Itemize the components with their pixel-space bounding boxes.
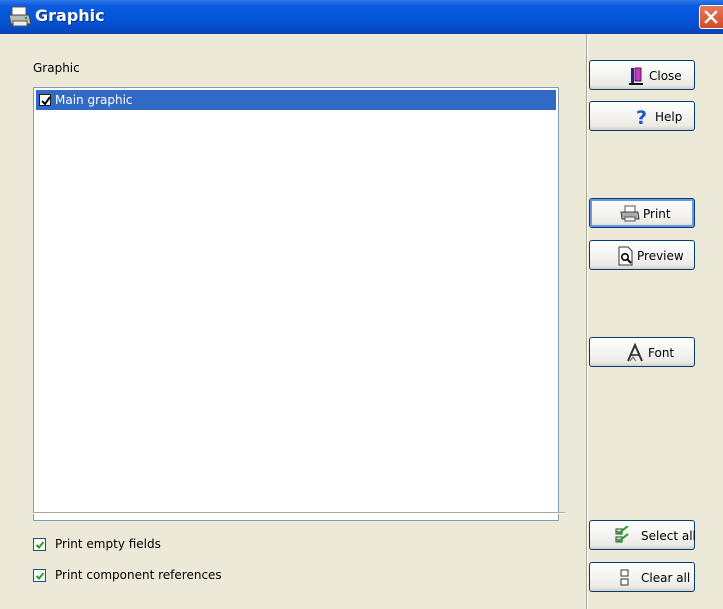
help-button[interactable]: ? Help [589,101,695,131]
font-button[interactable]: Font [589,337,695,367]
graphic-group-label: Graphic [33,61,80,75]
select-all-button[interactable]: Select all [589,520,696,550]
clear-all-button-label: Clear all [641,571,691,585]
close-button-label: Close [649,69,682,83]
clear-all-button[interactable]: Clear all [589,562,695,592]
select-all-icon [614,525,634,546]
graphic-listbox[interactable]: Main graphic [33,87,559,521]
list-item-checkbox[interactable] [39,94,51,106]
printer-icon [620,204,640,224]
close-window-button[interactable] [699,5,723,29]
print-button-label: Print [643,207,671,221]
printer-icon [8,6,32,28]
close-button[interactable]: Close [589,60,695,90]
left-panel: Graphic Main graphic Print empty fields … [0,34,586,609]
title-bar[interactable]: Graphic [0,0,723,34]
preview-button-label: Preview [637,249,684,263]
window-title: Graphic [35,6,105,25]
font-icon [626,342,646,363]
list-item-label: Main graphic [55,93,133,107]
exit-door-icon [626,66,646,86]
options-separator [33,512,565,514]
preview-button[interactable]: Preview [589,240,695,270]
help-icon: ? [632,107,652,129]
print-empty-fields-label: Print empty fields [55,537,161,551]
print-component-references-checkbox[interactable] [33,569,46,582]
print-component-references-label: Print component references [55,568,222,582]
clear-all-icon [616,568,636,588]
select-all-button-label: Select all [641,529,696,543]
print-empty-fields-checkbox[interactable] [33,538,46,551]
svg-text:?: ? [636,107,647,127]
panel-divider [586,34,588,609]
preview-icon [616,246,636,266]
list-item[interactable]: Main graphic [36,90,556,110]
font-button-label: Font [648,346,675,360]
print-button[interactable]: Print [589,198,695,228]
help-button-label: Help [655,110,683,124]
